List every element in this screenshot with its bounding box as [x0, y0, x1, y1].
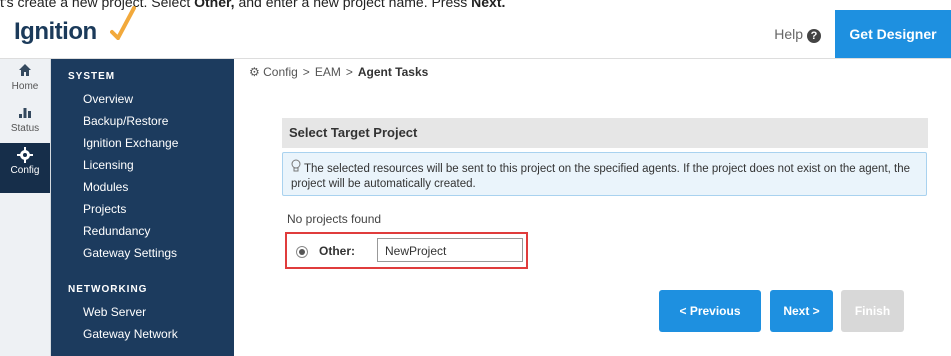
rail-home-label: Home	[11, 81, 39, 92]
project-name-input[interactable]: NewProject	[377, 238, 523, 262]
no-projects-text: No projects found	[287, 212, 382, 226]
info-text: The selected resources will be sent to t…	[291, 163, 911, 190]
rail-home[interactable]: Home	[0, 59, 50, 101]
sidebar-item-projects[interactable]: Projects	[51, 198, 234, 220]
section-title-networking: NETWORKING	[68, 284, 148, 295]
breadcrumb-current: Agent Tasks	[357, 65, 429, 79]
sidebar-item-overview[interactable]: Overview	[51, 88, 234, 110]
breadcrumb-separator: >	[345, 65, 353, 79]
sidebar-item-modules[interactable]: Modules	[51, 176, 234, 198]
next-button[interactable]: Next >	[770, 290, 833, 332]
other-label: Other:	[319, 244, 355, 258]
other-option-highlight: Other: NewProject	[285, 232, 528, 269]
get-designer-button[interactable]: Get Designer	[835, 10, 951, 58]
gear-icon	[0, 147, 50, 165]
lightbulb-icon	[291, 159, 301, 177]
other-radio[interactable]	[296, 246, 308, 258]
rail-status[interactable]: Status	[0, 101, 50, 143]
help-question-icon: ?	[807, 29, 821, 43]
sidebar-item-gateway-settings[interactable]: Gateway Settings	[51, 242, 234, 264]
sidebar-item-web-server[interactable]: Web Server	[51, 301, 234, 323]
sidebar-item-licensing[interactable]: Licensing	[51, 154, 234, 176]
sidebar-item-backup-restore[interactable]: Backup/Restore	[51, 110, 234, 132]
top-bar: Ignition Help? Get Designer	[0, 6, 951, 59]
panel-title: Select Target Project	[282, 118, 928, 148]
sidebar-item-gateway-network[interactable]: Gateway Network	[51, 323, 234, 345]
rail-status-label: Status	[10, 123, 40, 134]
breadcrumb-separator: >	[302, 65, 310, 79]
rail-config-label: Config	[10, 165, 40, 176]
instruction-caption: t's create a new project. Select Other, …	[0, 0, 506, 10]
section-title-system: SYSTEM	[68, 71, 116, 82]
ignition-logo[interactable]: Ignition	[14, 6, 136, 46]
config-gear-icon: ⚙	[249, 65, 260, 79]
logo-check-icon	[110, 6, 136, 40]
home-icon	[0, 63, 50, 81]
help-link[interactable]: Help?	[774, 26, 821, 43]
finish-button[interactable]: Finish	[841, 290, 904, 332]
icon-rail: Home Status Config	[0, 59, 51, 356]
breadcrumb-config[interactable]: Config	[263, 65, 298, 79]
breadcrumb-eam[interactable]: EAM	[315, 65, 341, 79]
breadcrumb: ⚙ Config > EAM > Agent Tasks	[249, 65, 428, 79]
main-content: ⚙ Config > EAM > Agent Tasks Select Target P…	[235, 59, 951, 356]
previous-button[interactable]: < Previous	[659, 290, 761, 332]
rail-config[interactable]: Config	[0, 143, 50, 193]
sidebar-item-redundancy[interactable]: Redundancy	[51, 220, 234, 242]
bar-chart-icon	[0, 105, 50, 123]
config-sidebar: SYSTEM Overview Backup/Restore Ignition …	[51, 59, 234, 356]
info-message: The selected resources will be sent to t…	[282, 152, 927, 196]
sidebar-item-ignition-exchange[interactable]: Ignition Exchange	[51, 132, 234, 154]
